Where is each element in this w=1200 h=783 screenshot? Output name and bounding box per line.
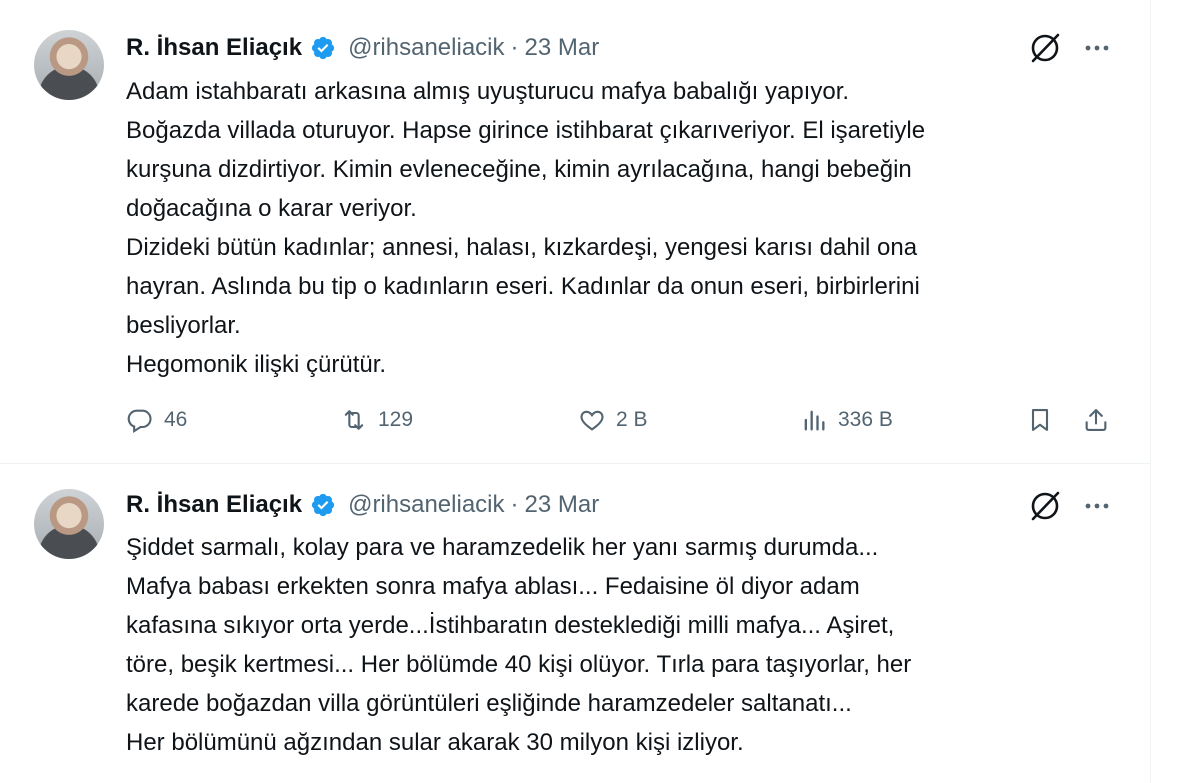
tweet-actions: 46 129 2 B 336 B — [0, 400, 1150, 440]
bookmark-button[interactable] — [1026, 400, 1054, 440]
tweet-text-line: Şiddet sarmalı, kolay para ve haramzedel… — [126, 534, 879, 561]
like-count: 2 B — [616, 408, 648, 431]
retweet-icon — [344, 410, 364, 430]
tweet-text: Adam istahbaratı arkasına almış uyuşturu… — [126, 72, 1136, 384]
tweet[interactable]: R. İhsan Eliaçık @rihsaneliacik · 23 Mar… — [0, 0, 1150, 464]
tweet-text-line: kurşuna dizdirtiyor. Kimin evleneceğine,… — [126, 156, 912, 183]
grok-icon[interactable] — [1027, 30, 1063, 66]
tweet-text-line: Hegomonik ilişki çürütür. — [126, 351, 387, 378]
retweet-count: 129 — [378, 408, 414, 431]
tweet-text-line: töre, beşik kertmesi... Her bölümde 40 k… — [126, 651, 912, 678]
tweet-text-line: kafasına sıkıyor orta yerde...İstihbarat… — [126, 612, 895, 639]
author-name[interactable]: R. İhsan Eliaçık — [126, 34, 302, 62]
views-count: 336 B — [838, 408, 893, 431]
verified-badge-icon[interactable] — [310, 492, 336, 518]
retweet-button[interactable]: 129 — [340, 400, 413, 440]
tweet-text-line: Adam istahbaratı arkasına almış uyuşturu… — [126, 78, 850, 105]
tweet-text-line: Mafya babası erkekten sonra mafya ablası… — [126, 573, 860, 600]
tweet-text-line: hayran. Aslında bu tip o kadınların eser… — [126, 273, 920, 300]
views-button[interactable]: 336 B — [800, 400, 893, 440]
timeline-feed: R. İhsan Eliaçık @rihsaneliacik · 23 Mar… — [0, 0, 1200, 783]
reply-button[interactable]: 46 — [126, 400, 187, 440]
tweet-text-line: karede boğazdan villa görüntüleri eşliği… — [126, 690, 852, 717]
reply-count: 46 — [164, 408, 188, 431]
separator-dot: · — [510, 34, 519, 61]
like-button[interactable]: 2 B — [578, 400, 648, 440]
verified-badge-icon[interactable] — [310, 35, 336, 61]
tweet-text-line: besliyorlar. — [126, 312, 241, 339]
more-options-icon[interactable] — [1082, 491, 1112, 521]
author-handle[interactable]: @rihsaneliacik — [348, 491, 504, 519]
tweet-text-line: Her bölümünü ağzından sular akarak 30 mi… — [126, 729, 744, 756]
tweet-text-line: doğacağına o karar veriyor. — [126, 195, 417, 222]
share-icon — [1085, 409, 1107, 431]
reply-icon — [127, 409, 152, 433]
avatar[interactable] — [34, 30, 104, 100]
column-divider — [1150, 0, 1151, 783]
share-button[interactable] — [1082, 400, 1110, 440]
avatar[interactable] — [34, 489, 104, 559]
tweet-date[interactable]: 23 Mar — [525, 491, 600, 519]
views-icon — [804, 410, 825, 431]
separator-dot: · — [510, 491, 519, 518]
author-name[interactable]: R. İhsan Eliaçık — [126, 491, 302, 519]
tweet-date[interactable]: 23 Mar — [525, 34, 600, 62]
more-options-icon[interactable] — [1082, 33, 1112, 63]
tweet-text-line: Boğazda villada oturuyor. Hapse girince … — [126, 117, 926, 144]
grok-icon[interactable] — [1027, 488, 1063, 524]
tweet-text-line: Dizideki bütün kadınlar; annesi, halası,… — [126, 234, 918, 261]
tweet-header: R. İhsan Eliaçık @rihsaneliacik · 23 Mar — [126, 488, 599, 522]
tweet-header: R. İhsan Eliaçık @rihsaneliacik · 23 Mar — [126, 31, 599, 65]
author-handle[interactable]: @rihsaneliacik — [348, 34, 504, 62]
bookmark-icon — [1031, 409, 1049, 431]
heart-icon — [580, 410, 604, 431]
tweet[interactable]: R. İhsan Eliaçık @rihsaneliacik · 23 Mar… — [0, 464, 1150, 783]
tweet-text: Şiddet sarmalı, kolay para ve haramzedel… — [126, 528, 1136, 762]
